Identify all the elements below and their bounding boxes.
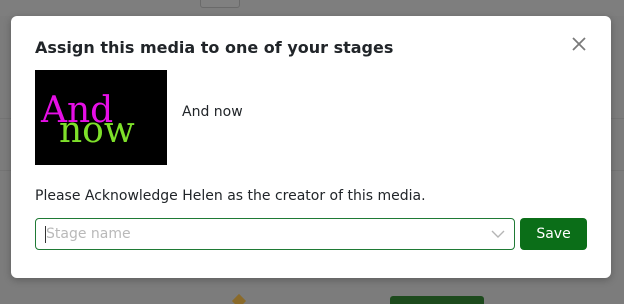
- assign-media-dialog: Assign this media to one of your stages …: [11, 16, 611, 278]
- thumbnail-text-now: now: [59, 110, 135, 151]
- background-field: [200, 0, 240, 8]
- acknowledge-text: Please Acknowledge Helen as the creator …: [35, 188, 426, 204]
- chevron-down-icon[interactable]: [491, 229, 505, 239]
- background-icon: [231, 293, 247, 304]
- background-topbar: [0, 0, 624, 16]
- stage-select-placeholder: Stage name: [46, 226, 131, 242]
- media-thumbnail: And now: [35, 70, 167, 165]
- dialog-title: Assign this media to one of your stages: [35, 38, 394, 57]
- close-icon: [572, 37, 586, 51]
- media-thumbnail-image: And now: [35, 70, 167, 165]
- background-badge: [390, 296, 484, 304]
- save-button[interactable]: Save: [520, 218, 587, 250]
- media-name: And now: [182, 104, 243, 120]
- close-button[interactable]: [569, 34, 589, 54]
- stage-select[interactable]: Stage name: [35, 218, 515, 250]
